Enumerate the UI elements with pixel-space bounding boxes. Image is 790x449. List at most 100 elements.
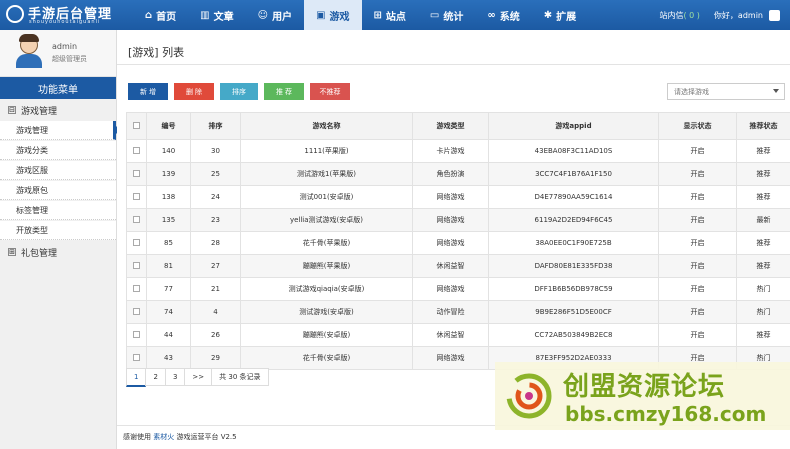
nav-label: 首页 [156,11,177,23]
cell-display: 开启 [658,323,737,347]
sidebar-group-gift-management[interactable]: ⊞ 礼包管理 [0,243,116,261]
sidebar-group-game-management[interactable]: ⊟ 游戏管理 [0,101,116,119]
row-select-cell[interactable] [126,323,147,347]
user-menu-icon[interactable] [769,9,780,21]
cell-type: 网络游戏 [412,346,489,370]
messages-link[interactable]: 站内信( 0 ) [660,10,700,21]
cell-appid: DFF1B6B56DB978C59 [488,277,659,301]
row-checkbox[interactable] [133,261,140,269]
sidebar-item-tag-management[interactable]: 标签管理 [0,201,116,220]
page-title: [游戏] 列表 [128,46,185,59]
column-header-recommend[interactable]: 推荐状态 [736,112,790,140]
menu-header: 功能菜单 [0,77,116,99]
unrecommend-button[interactable]: 不推荐 [310,83,350,100]
top-right-area: 站内信( 0 ) 你好，admin [660,0,780,30]
row-select-cell[interactable] [126,346,147,370]
nav-home[interactable]: ⌂ 首页 [133,0,188,30]
nav-articles[interactable]: ▥ 文章 [188,0,245,30]
recommend-button[interactable]: 推 荐 [264,83,304,100]
logo: 手游后台管理 shouyouhoutaiguanli [6,3,131,27]
row-checkbox[interactable] [133,192,140,200]
cell-recommend: 热门 [736,300,790,324]
cell-appid: 3CC7C4F1B76A1F150 [488,162,659,186]
row-checkbox[interactable] [133,169,140,177]
footer-link[interactable]: 素材火 [153,433,174,441]
row-select-cell[interactable] [126,162,147,186]
row-checkbox[interactable] [133,330,140,338]
expand-icon: ⊞ [8,248,16,256]
page-2[interactable]: 2 [145,368,166,386]
row-checkbox[interactable] [133,284,140,292]
cell-type: 网络游戏 [412,185,489,209]
column-header-sort[interactable]: 排序 [190,112,241,140]
cell-display: 开启 [658,231,737,255]
table-row: 77 21 测试游戏qiaqia(安卓版) 网络游戏 DFF1B6B56DB978C59… [126,277,790,301]
select-all-checkbox[interactable] [133,121,140,129]
cell-id: 43 [146,346,191,370]
sidebar-item-open-type[interactable]: 开放类型 [0,221,116,240]
nav-sites[interactable]: ⊞ 站点 [362,0,418,30]
column-header-display[interactable]: 显示状态 [658,112,737,140]
cell-recommend: 推荐 [736,139,790,163]
cell-type: 休闲益智 [412,254,489,278]
game-select[interactable]: 请选择游戏 [667,83,785,100]
sidebar-item-game-servers[interactable]: 游戏区服 [0,161,116,180]
row-select-cell[interactable] [126,300,147,324]
table-row: 81 27 蹦蹦熊(苹果版) 休闲益智 DAFD80E81E335FD38 开启 推荐 [126,254,790,278]
row-select-cell[interactable] [126,231,147,255]
nav-system[interactable]: ∞ 系统 [475,0,531,30]
nav-games[interactable]: ▣ 游戏 [304,0,362,30]
row-checkbox[interactable] [133,215,140,223]
cell-recommend: 推荐 [736,162,790,186]
cell-type: 休闲益智 [412,323,489,347]
cell-name: 测试游戏(安卓版) [240,300,413,324]
add-button[interactable]: 新 增 [128,83,168,100]
row-checkbox[interactable] [133,307,140,315]
column-header-name[interactable]: 游戏名称 [240,112,413,140]
games-table: 编号 排序 游戏名称 游戏类型 游戏appid 显示状态 推荐状态 140 30 1… [126,112,790,370]
row-select-cell[interactable] [126,185,147,209]
column-header-id[interactable]: 编号 [146,112,191,140]
sidebar: admin 超级管理员 功能菜单 ⊟ 游戏管理 游戏管理 游戏分类 游戏区服 游… [0,30,120,449]
nav-label: 用户 [272,11,293,23]
delete-button[interactable]: 删 除 [174,83,214,100]
divider [117,64,790,65]
cell-appid: 43EBA08F3C11AD10S [488,139,659,163]
cell-recommend: 推荐 [736,185,790,209]
table-row: 135 23 yellia测试游戏(安卓版) 网络游戏 6119A2D2ED94F6C4… [126,208,790,232]
cell-id: 81 [146,254,191,278]
cell-name: 蹦蹦熊(苹果版) [240,254,413,278]
cell-sort: 29 [190,346,241,370]
column-header-appid[interactable]: 游戏appid [488,112,659,140]
row-select-cell[interactable] [126,277,147,301]
home-icon: ⌂ [145,9,153,21]
select-all-cell[interactable] [126,112,147,140]
cell-display: 开启 [658,300,737,324]
next-page-button[interactable]: >> [184,368,213,386]
row-checkbox[interactable] [133,146,140,154]
cell-appid: 9B9E286F51D5E00CF [488,300,659,324]
cell-id: 138 [146,185,191,209]
sidebar-item-game-category[interactable]: 游戏分类 [0,141,116,160]
nav-extend[interactable]: ✱ 扩展 [532,0,588,30]
sidebar-item-game-packages[interactable]: 游戏原包 [0,181,116,200]
row-checkbox[interactable] [133,238,140,246]
page-3[interactable]: 3 [164,368,186,386]
column-header-type[interactable]: 游戏类型 [412,112,489,140]
nav-stats[interactable]: ▭ 统计 [418,0,475,30]
cell-sort: 25 [190,162,241,186]
sort-button[interactable]: 排序 [220,83,258,100]
nav-users[interactable]: ☺ 用户 [246,0,304,30]
row-select-cell[interactable] [126,208,147,232]
row-select-cell[interactable] [126,139,147,163]
logo-subtitle: shouyouhoutaiguanli [29,19,101,25]
row-checkbox[interactable] [133,353,140,361]
nav-label: 文章 [213,11,234,23]
page-1[interactable]: 1 [126,368,147,387]
table-row: 139 25 测试游戏1(苹果版) 角色扮演 3CC7C4F1B76A1F150 开启 推荐 [126,162,790,186]
sidebar-item-game-management[interactable]: 游戏管理 [0,121,120,140]
messages-label: 站内信 [659,10,684,20]
row-select-cell[interactable] [126,254,147,278]
cell-name: 花千骨(安卓版) [240,346,413,370]
table-row: 138 24 测试001(安卓版) 网络游戏 D4E77890AA59C1614 开启 推荐 [126,185,790,209]
